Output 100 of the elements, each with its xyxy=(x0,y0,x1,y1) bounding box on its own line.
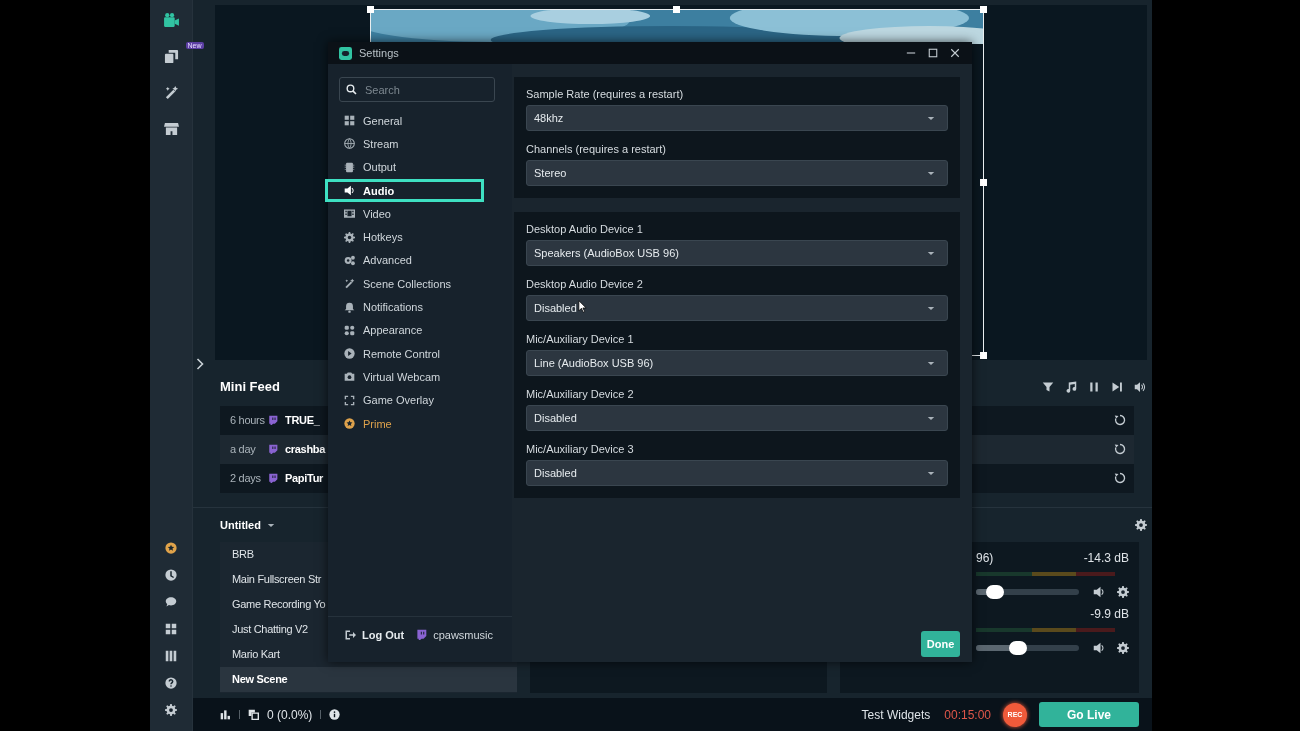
filter-icon[interactable] xyxy=(1042,380,1054,393)
volume-icon[interactable] xyxy=(1134,380,1146,393)
settings-nav-item[interactable]: Stream xyxy=(325,132,484,156)
scene-item[interactable]: New Scene xyxy=(220,667,517,693)
columns-icon[interactable] xyxy=(165,649,177,662)
dropdown[interactable]: Disabled xyxy=(526,460,948,486)
test-widgets-button[interactable]: Test Widgets xyxy=(861,707,931,722)
settings-nav-item[interactable]: Audio xyxy=(325,178,484,203)
field-label: Mic/Auxiliary Device 3 xyxy=(526,443,635,455)
chat-bubble-icon xyxy=(268,415,278,425)
resize-handle[interactable] xyxy=(367,6,374,13)
volume-reading: -9.9 dB xyxy=(1090,607,1129,622)
maximize-icon[interactable] xyxy=(928,48,938,58)
event-time: 6 hours xyxy=(230,414,266,426)
dropdown[interactable]: Speakers (AudioBox USB 96) xyxy=(526,240,948,266)
settings-icon[interactable] xyxy=(1117,586,1129,599)
grid-icon[interactable] xyxy=(165,622,177,635)
refresh-icon[interactable] xyxy=(1114,414,1126,426)
clock-icon[interactable] xyxy=(165,568,177,581)
camera-icon[interactable] xyxy=(162,11,180,29)
dropdown[interactable]: Stereo xyxy=(526,160,948,186)
field-label: Desktop Audio Device 1 xyxy=(526,223,644,235)
event-user: crashba xyxy=(285,443,326,455)
music-icon[interactable] xyxy=(1065,380,1077,393)
speaker-icon xyxy=(344,185,355,197)
field-label: Channels (requires a restart) xyxy=(526,143,667,155)
caret-icon xyxy=(927,415,935,421)
settings-nav-item[interactable]: Appearance xyxy=(325,318,484,342)
app-logo-icon xyxy=(339,46,352,60)
caret-icon xyxy=(927,170,935,176)
store-icon[interactable] xyxy=(163,120,179,136)
caret-icon[interactable] xyxy=(266,522,275,528)
settings-nav-item[interactable]: Virtual Webcam xyxy=(325,365,484,389)
info-icon[interactable] xyxy=(329,709,341,720)
play-icon xyxy=(344,348,355,360)
channel-name: 96) xyxy=(976,551,994,566)
settings-nav-item[interactable]: Video xyxy=(325,202,484,226)
event-time: a day xyxy=(230,443,257,455)
camera-icon xyxy=(344,371,355,383)
star-badge-icon xyxy=(344,418,355,429)
settings-icon[interactable] xyxy=(165,703,177,716)
speaker-icon[interactable] xyxy=(1093,586,1105,599)
log-out-icon xyxy=(344,628,356,641)
event-time: 2 days xyxy=(230,472,262,484)
settings-nav-item[interactable]: Advanced xyxy=(325,248,484,273)
globe-icon xyxy=(344,138,355,150)
skip-icon[interactable] xyxy=(1111,380,1123,393)
frames-icon xyxy=(248,709,259,720)
chat-icon[interactable] xyxy=(165,595,177,608)
close-icon[interactable] xyxy=(950,48,960,58)
settings-icon[interactable] xyxy=(1135,519,1147,532)
settings-nav-item[interactable]: Output xyxy=(325,155,484,179)
refresh-icon[interactable] xyxy=(1114,443,1126,455)
tiles-icon xyxy=(344,324,355,336)
volume-reading: -14.3 dB xyxy=(1083,551,1129,566)
account-name: cpawsmusic xyxy=(433,628,494,641)
dropdown[interactable]: 48khz xyxy=(526,105,948,131)
star-badge-icon[interactable] xyxy=(165,541,177,554)
caret-icon xyxy=(927,115,935,121)
scene-collection-title[interactable]: Untitled xyxy=(220,519,261,532)
settings-nav-item[interactable]: General xyxy=(325,109,484,133)
settings-icon xyxy=(344,231,355,243)
dropdown[interactable]: Line (AudioBox USB 96) xyxy=(526,350,948,376)
resize-handle[interactable] xyxy=(980,6,987,13)
field-label: Mic/Auxiliary Device 2 xyxy=(526,388,635,400)
mini-feed-title: Mini Feed xyxy=(220,379,280,394)
refresh-icon[interactable] xyxy=(1114,472,1126,484)
grid-icon xyxy=(344,115,355,127)
settings-nav-item[interactable]: Remote Control xyxy=(325,341,484,366)
settings-nav-item[interactable]: Prime xyxy=(325,411,484,436)
recording-timer: 00:15:00 xyxy=(944,707,991,722)
field-label: Desktop Audio Device 2 xyxy=(526,278,644,290)
chevron-right-icon[interactable] xyxy=(196,358,204,370)
resize-handle[interactable] xyxy=(980,179,987,186)
resize-handle[interactable] xyxy=(980,352,987,359)
window-title: Settings xyxy=(359,47,399,59)
wand-icon xyxy=(344,278,355,290)
settings-nav-item[interactable]: Hotkeys xyxy=(325,225,484,249)
expand-icon xyxy=(344,394,355,406)
bell-icon xyxy=(344,301,355,313)
settings-icon[interactable] xyxy=(1117,642,1129,655)
dropdown[interactable]: Disabled xyxy=(526,295,948,321)
speaker-icon[interactable] xyxy=(1093,642,1105,655)
field-label: Sample Rate (requires a restart) xyxy=(526,88,685,100)
bar-chart-icon[interactable] xyxy=(220,709,231,720)
settings-nav-item[interactable]: Scene Collections xyxy=(325,272,484,296)
resize-handle[interactable] xyxy=(673,6,680,13)
settings-nav-item[interactable]: Notifications xyxy=(325,295,484,319)
caret-icon xyxy=(927,470,935,476)
dropdown[interactable]: Disabled xyxy=(526,405,948,431)
layers-icon[interactable] xyxy=(163,48,179,64)
help-icon[interactable] xyxy=(165,676,177,689)
pause-icon[interactable] xyxy=(1088,380,1100,393)
wand-icon[interactable] xyxy=(163,84,179,100)
event-user: PapiTur xyxy=(285,472,324,484)
chat-bubble-icon xyxy=(268,473,278,483)
log-out-button[interactable]: Log Out xyxy=(344,628,405,641)
settings-nav-item[interactable]: Game Overlay xyxy=(325,388,484,412)
field-label: Mic/Auxiliary Device 1 xyxy=(526,333,635,345)
search-field[interactable]: Search xyxy=(339,77,495,102)
